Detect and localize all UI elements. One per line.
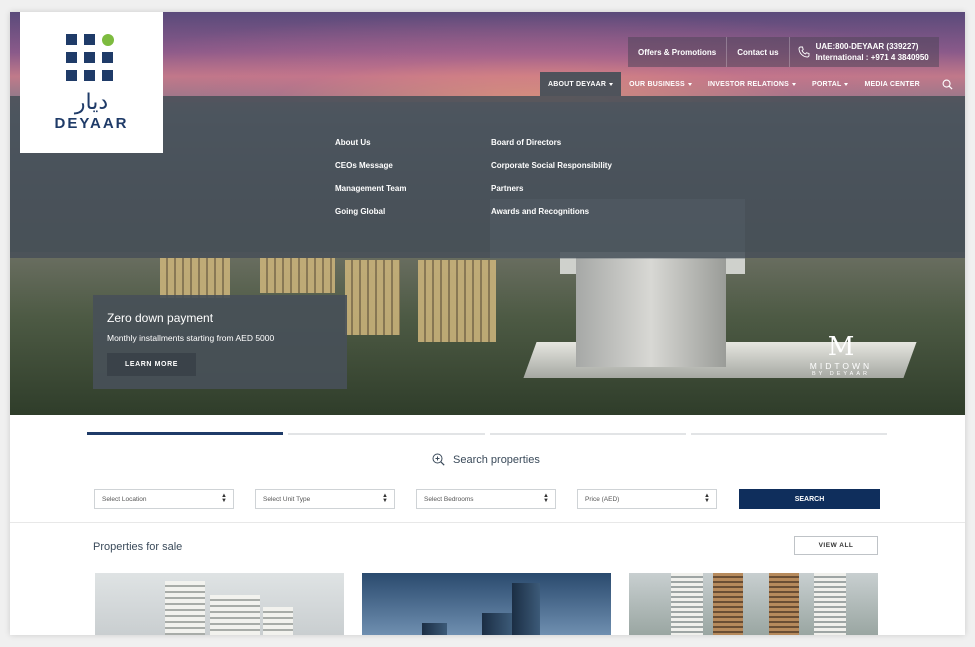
nav-label: MEDIA CENTER [864, 80, 920, 88]
main-nav: ABOUT DEYAAR OUR BUSINESS INVESTOR RELAT… [540, 72, 928, 96]
properties-for-sale-heading: Properties for sale [93, 541, 183, 553]
menu-item-partners[interactable]: Partners [491, 184, 612, 207]
search-tabs [87, 432, 887, 435]
learn-more-button[interactable]: LEARN MORE [107, 353, 196, 376]
promo-card: Zero down payment Monthly installments s… [93, 295, 347, 389]
nav-item-portal[interactable]: PORTAL [804, 72, 856, 96]
phone-international: International : +971 4 3840950 [815, 53, 929, 62]
midtown-by: BY DEYAAR [812, 371, 870, 377]
search-tab[interactable] [87, 432, 284, 435]
contact-us-link[interactable]: Contact us [727, 37, 788, 67]
building-image [345, 260, 400, 335]
browser-frame: ديار DEYAAR Offers & Promotions Contact … [10, 12, 965, 635]
property-image [769, 573, 799, 635]
phone-numbers: UAE:800-DEYAAR (339227) International : … [816, 41, 929, 63]
unit-type-select-value: Select Unit Type [263, 495, 311, 503]
logo-square [66, 70, 77, 81]
offers-promotions-link[interactable]: Offers & Promotions [628, 37, 726, 67]
building-image [418, 260, 496, 342]
location-select-value: Select Location [102, 495, 147, 503]
select-arrows-icon: ▲ ▼ [382, 493, 388, 504]
property-card[interactable] [95, 573, 344, 635]
mega-menu-column-2: Board of Directors Corporate Social Resp… [491, 138, 612, 230]
nav-label: INVESTOR RELATIONS [707, 80, 789, 88]
menu-item-about-us[interactable]: About Us [335, 138, 406, 161]
menu-item-ceos-message[interactable]: CEOs Message [335, 161, 406, 184]
phone-icon [798, 46, 810, 58]
nav-label: ABOUT DEYAAR [548, 80, 607, 88]
property-image [814, 573, 846, 635]
property-card[interactable] [362, 573, 611, 635]
menu-item-management-team[interactable]: Management Team [335, 184, 406, 207]
property-image [512, 583, 540, 635]
midtown-logo: M MIDTOWN BY DEYAAR [796, 334, 886, 377]
menu-item-csr[interactable]: Corporate Social Responsibility [491, 161, 612, 184]
select-arrows-icon: ▲ ▼ [543, 493, 549, 504]
bedrooms-select[interactable]: Select Bedrooms ▲ ▼ [416, 489, 556, 509]
price-select[interactable]: Price (AED) ▲ ▼ [577, 489, 717, 509]
search-button[interactable]: SEARCH [739, 489, 880, 509]
price-select-value: Price (AED) [585, 495, 620, 503]
select-arrows-icon: ▲ ▼ [221, 493, 227, 504]
phone-uae: UAE:800-DEYAAR (339227) [815, 42, 919, 51]
location-select[interactable]: Select Location ▲ ▼ [94, 489, 234, 509]
nav-item-our-business[interactable]: OUR BUSINESS [621, 72, 700, 96]
midtown-name: MIDTOWN [809, 361, 873, 371]
menu-item-awards[interactable]: Awards and Recognitions [491, 207, 612, 230]
property-image [263, 607, 293, 635]
menu-item-going-global[interactable]: Going Global [335, 207, 406, 230]
caret-down-icon [609, 82, 614, 86]
search-properties-icon [432, 453, 445, 466]
property-image [210, 595, 260, 635]
logo-name: DEYAAR [54, 115, 129, 132]
nav-item-about-deyaar[interactable]: ABOUT DEYAAR [540, 72, 622, 96]
logo-square [102, 70, 113, 81]
logo-arabic-text: ديار [74, 90, 109, 115]
property-image [482, 613, 512, 635]
logo-square [66, 34, 77, 45]
caret-down-icon [791, 82, 796, 86]
section-divider [10, 522, 965, 523]
caret-down-icon [844, 82, 849, 86]
mega-menu-column-1: About Us CEOs Message Management Team Go… [335, 138, 406, 230]
nav-item-investor-relations[interactable]: INVESTOR RELATIONS [700, 72, 804, 96]
search-tab[interactable] [489, 433, 686, 435]
property-image [671, 573, 703, 635]
select-arrows-icon: ▲ ▼ [704, 493, 710, 504]
unit-type-select[interactable]: Select Unit Type ▲ ▼ [255, 489, 395, 509]
building-image [260, 258, 335, 293]
menu-item-board-of-directors[interactable]: Board of Directors [491, 138, 612, 161]
logo-square [84, 52, 95, 63]
nav-label: PORTAL [811, 80, 842, 88]
search-properties-title: Search properties [453, 453, 540, 466]
caret-down-icon [687, 82, 692, 86]
top-utility-bar: Offers & Promotions Contact us UAE:800-D… [628, 37, 939, 67]
search-tab[interactable] [690, 433, 887, 435]
property-image [422, 623, 447, 635]
midtown-letter: M [827, 332, 855, 362]
view-all-button[interactable]: VIEW ALL [794, 536, 878, 555]
tower-image [576, 257, 726, 367]
property-image [713, 573, 743, 635]
promo-subtitle: Monthly installments starting from AED 5… [107, 333, 275, 343]
deyaar-logo[interactable]: ديار DEYAAR [20, 12, 163, 153]
logo-square [84, 34, 95, 45]
nav-item-media-center[interactable]: MEDIA CENTER [856, 72, 927, 96]
search-properties-heading: Search properties [432, 453, 540, 466]
logo-mark [66, 34, 118, 86]
promo-title: Zero down payment [107, 311, 214, 325]
logo-square [84, 70, 95, 81]
logo-square [66, 52, 77, 63]
search-tab[interactable] [288, 433, 485, 435]
property-card[interactable] [629, 573, 878, 635]
search-icon[interactable] [942, 79, 953, 90]
property-image [165, 581, 205, 635]
nav-label: OUR BUSINESS [629, 80, 685, 88]
logo-square [102, 52, 113, 63]
logo-green-dot [102, 34, 114, 46]
phone-contact: UAE:800-DEYAAR (339227) International : … [790, 37, 939, 67]
building-image [160, 258, 230, 298]
bedrooms-select-value: Select Bedrooms [424, 495, 474, 503]
